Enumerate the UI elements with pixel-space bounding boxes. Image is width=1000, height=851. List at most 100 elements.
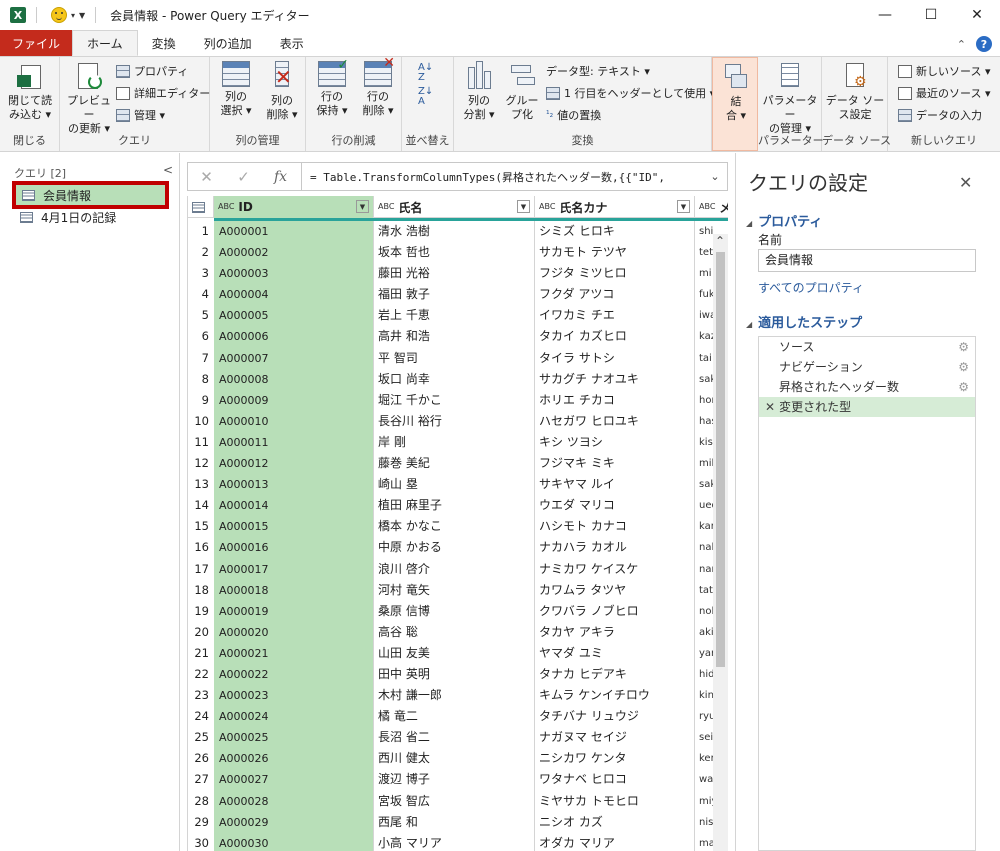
query-item-april1-record[interactable]: 4月1日の記録 <box>14 206 116 228</box>
cell-id[interactable]: A000022 <box>214 663 374 686</box>
cell-name[interactable]: 渡辺 博子 <box>374 769 535 791</box>
chevron-down-icon[interactable]: ▾ <box>71 11 75 20</box>
cell-name-kana[interactable]: クワバラ ノブヒロ <box>535 600 695 622</box>
cell-id[interactable]: A000008 <box>214 368 374 390</box>
table-row[interactable]: 26 A000026 西川 健太 ニシカワ ケンタ ker <box>188 748 728 770</box>
table-row[interactable]: 20 A000020 高谷 聡タカヤ アキラ aki <box>188 621 728 643</box>
cell-name[interactable]: 藤巻 美紀 <box>374 453 535 475</box>
table-row[interactable]: 28 A000028 宮坂 智広 ミヤサカ トモヒロ miy <box>188 790 728 812</box>
all-properties-link[interactable]: すべてのプロパティ <box>758 279 864 296</box>
cell-name[interactable]: 西川 健太 <box>374 748 535 770</box>
column-header-id[interactable]: ABC ID ▼ <box>214 196 374 218</box>
cell-name-kana[interactable]: タカイ カズヒロ <box>535 326 695 348</box>
cell-name[interactable]: 河村 竜矢 <box>374 579 535 601</box>
filter-dropdown-icon[interactable]: ▼ <box>517 200 530 213</box>
cell-id[interactable]: A000011 <box>214 431 374 454</box>
quick-access-customize-icon[interactable]: ▼ <box>79 11 85 20</box>
tab-home[interactable]: ホーム <box>72 30 138 56</box>
help-icon[interactable]: ? <box>976 36 992 52</box>
cell-id[interactable]: A000006 <box>214 326 374 348</box>
cell-name[interactable]: 西尾 和 <box>374 811 535 833</box>
table-row[interactable]: 18 A000018 河村 竜矢 カワムラ タツヤ tat <box>188 579 728 601</box>
close-button[interactable]: ✕ <box>954 0 1000 30</box>
cell-name[interactable]: 田中 英明 <box>374 663 535 686</box>
cell-id[interactable]: A000020 <box>214 621 374 643</box>
close-icon[interactable]: ✕ <box>959 173 972 192</box>
cell-id[interactable]: A000017 <box>214 558 374 580</box>
minimize-button[interactable]: — <box>862 0 908 30</box>
properties-section-header[interactable]: ◢ プロパティ <box>746 211 822 230</box>
cell-id[interactable]: A000024 <box>214 706 374 728</box>
query-item-members[interactable]: 会員情報 <box>12 181 169 209</box>
table-row[interactable]: 29 A000029 西尾 和ニシオ カズ nis <box>188 811 728 833</box>
table-row[interactable]: 14 A000014 植田 麻里子 ウエダ マリコ ued <box>188 495 728 517</box>
cell-name-kana[interactable]: ナガヌマ セイジ <box>535 727 695 749</box>
table-row[interactable]: 19 A000019 桑原 信博 クワバラ ノブヒロ nol <box>188 600 728 622</box>
cell-id[interactable]: A000023 <box>214 685 374 707</box>
new-source-button[interactable]: 新しいソース ▾ <box>898 63 990 79</box>
table-row[interactable]: 16 A000016 中原 かおる ナカハラ カオル nal <box>188 537 728 559</box>
delete-step-icon[interactable]: ✕ <box>765 400 775 414</box>
cell-name-kana[interactable]: ナカハラ カオル <box>535 537 695 559</box>
cell-name-kana[interactable]: フジマキ ミキ <box>535 453 695 475</box>
cancel-formula-icon[interactable]: ✕ <box>188 168 225 186</box>
group-by-button[interactable]: グルー プ化 <box>502 61 542 122</box>
cell-name[interactable]: 橘 竜二 <box>374 706 535 728</box>
vertical-scrollbar[interactable]: ⌃ <box>713 234 728 851</box>
refresh-preview-button[interactable]: プレビュー の更新 ▾ <box>64 61 114 136</box>
cell-name-kana[interactable]: ワタナベ ヒロコ <box>535 769 695 791</box>
step-settings-gear-icon[interactable]: ⚙ <box>958 357 969 377</box>
cell-name[interactable]: 堀江 千かこ <box>374 389 535 411</box>
cell-name[interactable]: 桑原 信博 <box>374 600 535 622</box>
remove-columns-button[interactable]: ✕ 列の 削除 ▾ <box>260 61 304 122</box>
table-row[interactable]: 21 A000021 山田 友美 ヤマダ ユミ yar <box>188 642 728 664</box>
table-row[interactable]: 24 A000024 橘 竜二 タチバナ リュウジ ryu <box>188 706 728 728</box>
commit-formula-icon[interactable]: ✓ <box>225 168 262 186</box>
cell-name[interactable]: 浪川 啓介 <box>374 558 535 580</box>
cell-name[interactable]: 岸 剛 <box>374 431 535 454</box>
cell-id[interactable]: A000012 <box>214 453 374 475</box>
cell-name-kana[interactable]: ハシモト カナコ <box>535 516 695 538</box>
cell-name-kana[interactable]: キムラ ケンイチロウ <box>535 685 695 707</box>
step-settings-gear-icon[interactable]: ⚙ <box>958 377 969 397</box>
cell-id[interactable]: A000027 <box>214 769 374 791</box>
collapse-pane-icon[interactable]: < <box>163 163 173 177</box>
data-type-dropdown[interactable]: データ型: テキスト ▾ <box>546 63 650 79</box>
table-row[interactable]: 2 A000002 坂本 哲也 サカモト テツヤ tet <box>188 242 728 264</box>
cell-name-kana[interactable]: カワムラ タツヤ <box>535 579 695 601</box>
cell-name-kana[interactable]: タカヤ アキラ <box>535 621 695 643</box>
table-row[interactable]: 25 A000025 長沼 省二 ナガヌマ セイジ sei <box>188 727 728 749</box>
cell-name-kana[interactable]: フクダ アツコ <box>535 284 695 306</box>
cell-name-kana[interactable]: フジタ ミツヒロ <box>535 263 695 285</box>
cell-name-kana[interactable]: タイラ サトシ <box>535 347 695 369</box>
cell-id[interactable]: A000014 <box>214 495 374 517</box>
advanced-editor-button[interactable]: 詳細エディター <box>116 85 210 101</box>
cell-name[interactable]: 坂口 尚幸 <box>374 368 535 390</box>
cell-id[interactable]: A000001 <box>214 221 374 243</box>
recent-sources-button[interactable]: 最近のソース ▾ <box>898 85 990 101</box>
keep-rows-button[interactable]: ✓ 行の 保持 ▾ <box>310 58 354 118</box>
cell-id[interactable]: A000025 <box>214 727 374 749</box>
cell-name-kana[interactable]: タチバナ リュウジ <box>535 706 695 728</box>
use-first-row-as-headers-button[interactable]: 1 行目をヘッダーとして使用 ▾ <box>546 85 715 101</box>
table-row[interactable]: 27 A000027 渡辺 博子 ワタナベ ヒロコ wa <box>188 769 728 791</box>
cell-name-kana[interactable]: シミズ ヒロキ <box>535 221 695 243</box>
cell-id[interactable]: A000013 <box>214 474 374 496</box>
table-row[interactable]: 5 A000005 岩上 千恵 イワカミ チエ iwa <box>188 305 728 327</box>
cell-name-kana[interactable]: ホリエ チカコ <box>535 389 695 411</box>
cell-name[interactable]: 崎山 塁 <box>374 474 535 496</box>
applied-steps-header[interactable]: ◢ 適用したステップ <box>746 312 862 331</box>
cell-id[interactable]: A000007 <box>214 347 374 369</box>
cell-name-kana[interactable]: イワカミ チエ <box>535 305 695 327</box>
cell-name-kana[interactable]: ウエダ マリコ <box>535 495 695 517</box>
replace-values-button[interactable]: ¹₂ 値の置換 <box>546 107 601 123</box>
combine-button[interactable]: 結 合 ▾ <box>717 62 755 123</box>
column-header-name-kana[interactable]: ABC 氏名カナ ▼ <box>535 196 695 218</box>
manage-button[interactable]: 管理 ▾ <box>116 107 165 123</box>
close-and-load-button[interactable]: 閉じて読 み込む ▾ <box>4 61 56 122</box>
filter-dropdown-icon[interactable]: ▼ <box>356 200 369 213</box>
enter-data-button[interactable]: データの入力 <box>898 107 982 123</box>
sort-descending-button[interactable]: Z↓ A <box>418 87 433 107</box>
cell-name[interactable]: 高谷 聡 <box>374 621 535 643</box>
cell-id[interactable]: A000004 <box>214 284 374 306</box>
